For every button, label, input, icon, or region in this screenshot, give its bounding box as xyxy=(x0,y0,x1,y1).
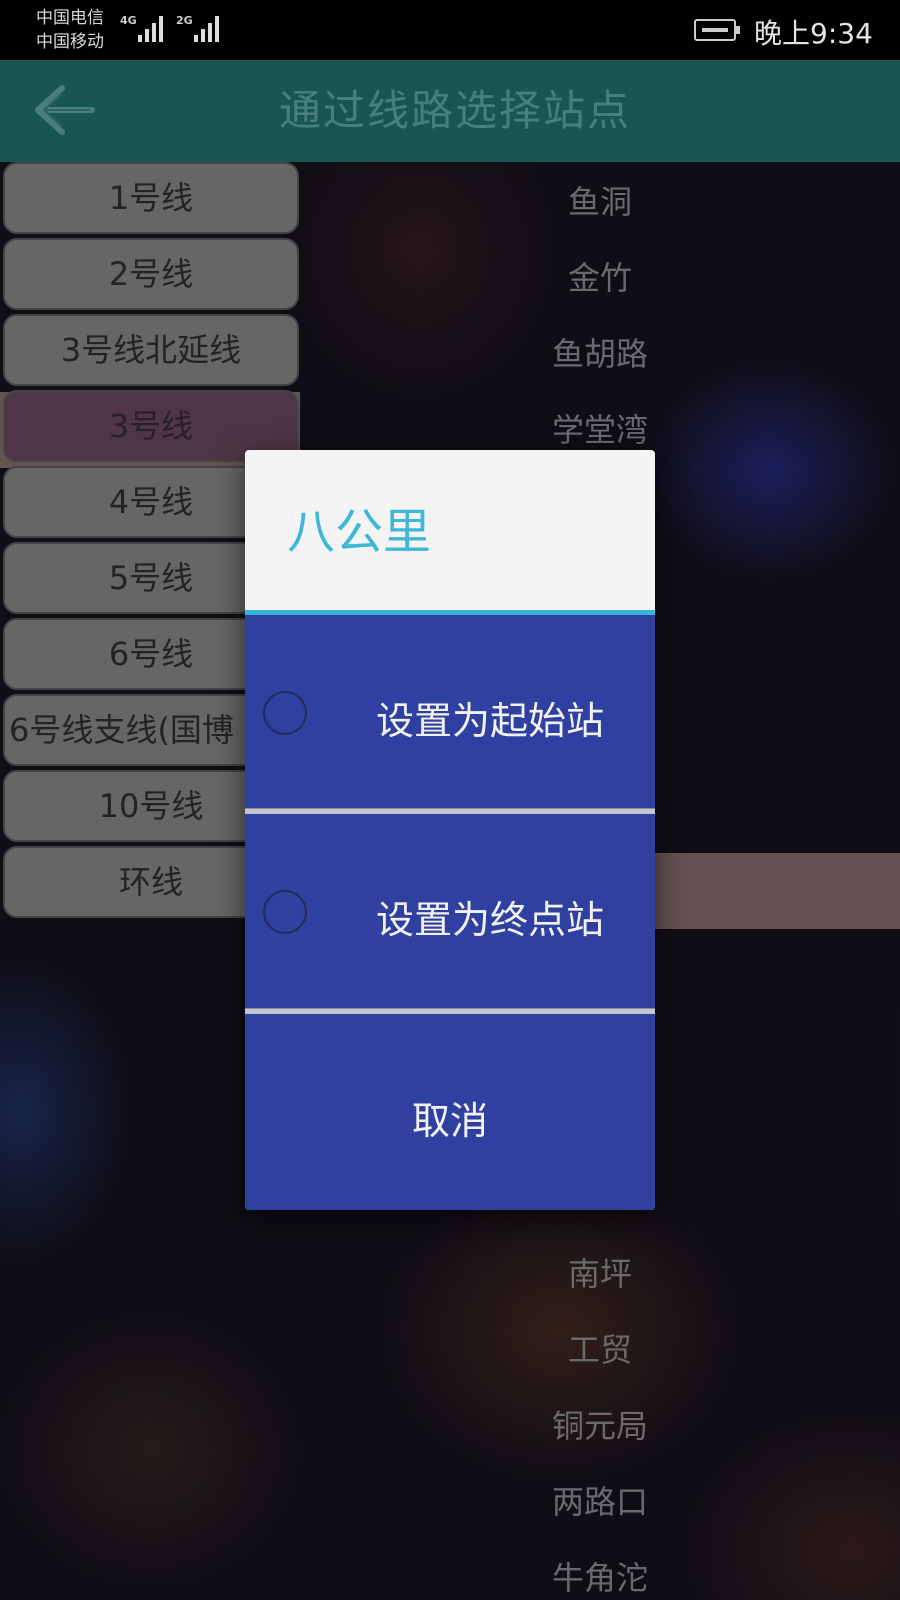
network-type-2: 2G xyxy=(176,14,193,27)
signal-icon xyxy=(194,14,219,42)
set-end-station-label: 设置为终点站 xyxy=(375,898,604,942)
carrier-1: 中国电信 xyxy=(36,8,104,28)
station-action-dialog: 八公里 设置为起始站 设置为终点站 取消 xyxy=(245,450,655,1210)
set-start-station-label: 设置为起始站 xyxy=(375,699,604,743)
dialog-title: 八公里 xyxy=(287,504,432,560)
carrier-info: 中国电信 中国移动 xyxy=(36,6,104,54)
carrier-2: 中国移动 xyxy=(36,32,104,52)
cancel-button[interactable]: 取消 xyxy=(245,1014,655,1210)
set-start-station-option[interactable]: 设置为起始站 xyxy=(245,615,655,808)
network-type-1: 4G xyxy=(120,14,137,27)
cancel-label: 取消 xyxy=(411,1099,488,1143)
battery-charging-icon xyxy=(694,19,740,41)
status-bar: 中国电信 中国移动 4G 2G 晚上9:34 xyxy=(0,0,900,60)
set-end-station-option[interactable]: 设置为终点站 xyxy=(245,814,655,1008)
status-time: 晚上9:34 xyxy=(754,17,873,50)
signal-icon xyxy=(138,14,163,42)
